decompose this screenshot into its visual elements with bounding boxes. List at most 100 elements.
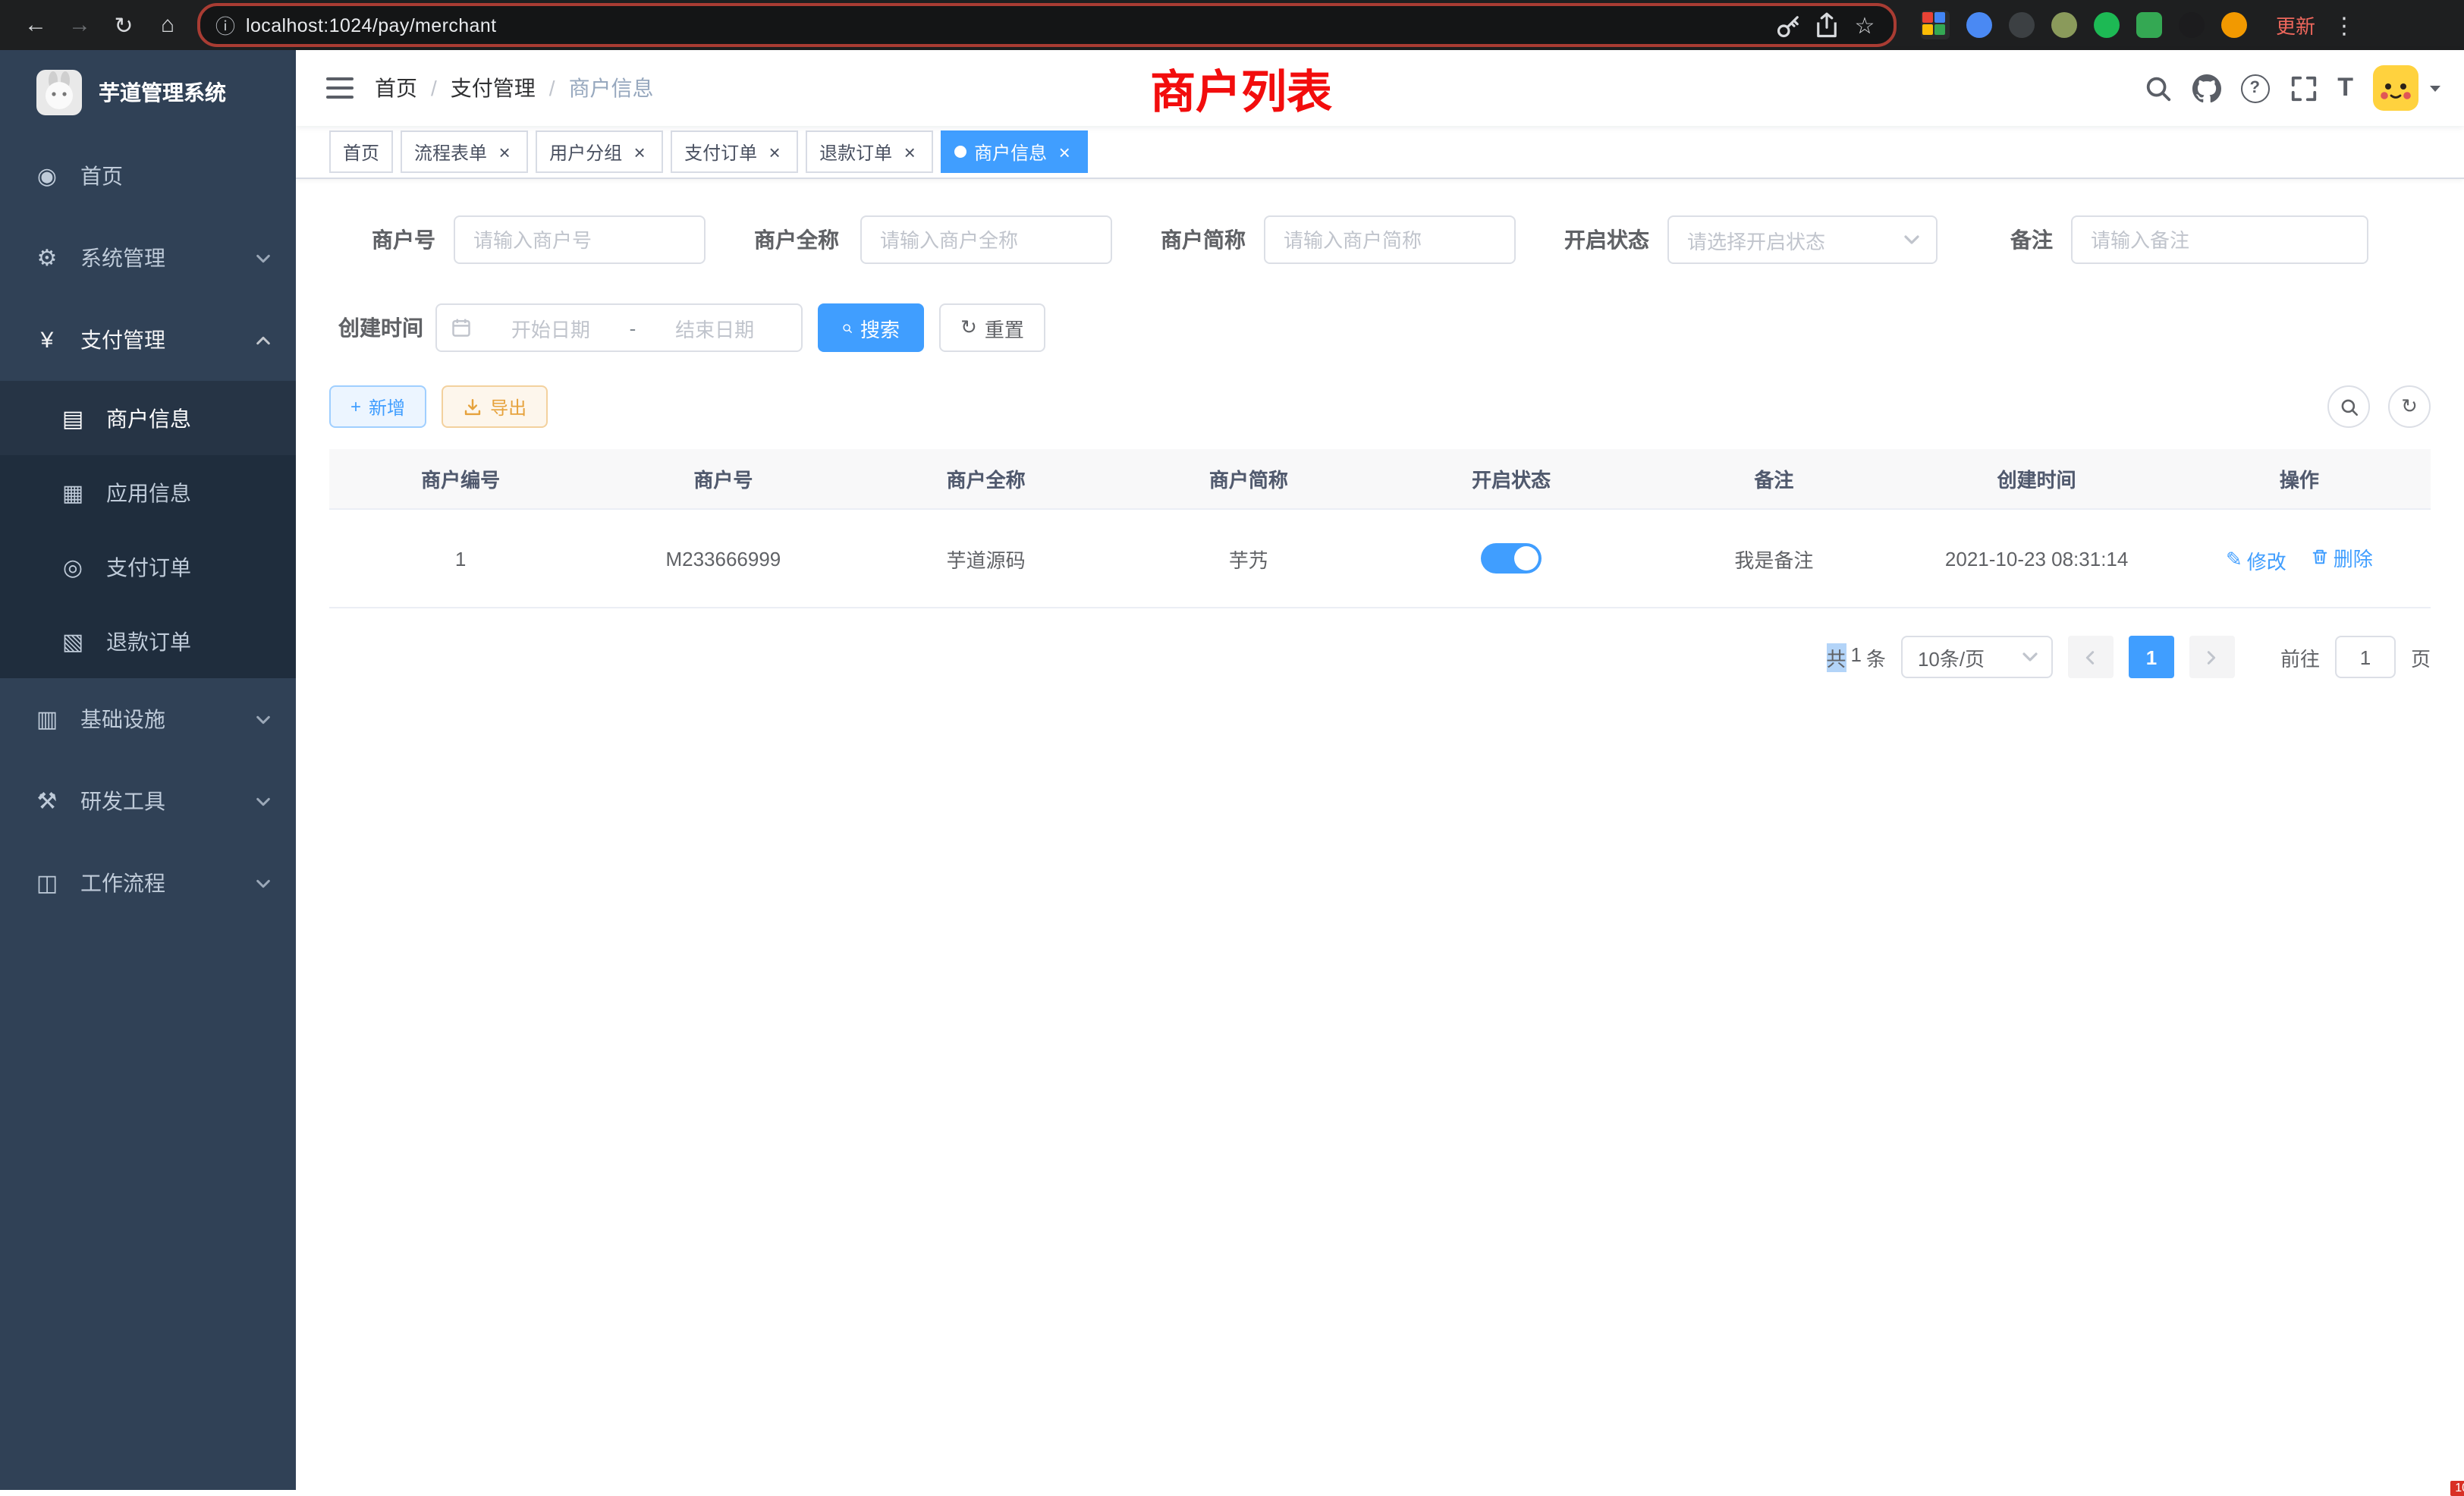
page-size-value: 10条/页 (1918, 643, 1985, 671)
tab-pay-order[interactable]: 支付订单 × (671, 130, 798, 173)
sidebar-subitem-pay-order[interactable]: ◎ 支付订单 (0, 530, 296, 604)
help-icon[interactable]: ? (2240, 74, 2269, 102)
prev-page-button[interactable] (2068, 636, 2114, 678)
pin-extension-icon[interactable] (2179, 12, 2205, 38)
top-navbar: 首页 / 支付管理 / 商户信息 商户列表 ? T (296, 50, 2464, 126)
sidebar-item-label: 商户信息 (106, 403, 191, 433)
reset-button[interactable]: ↻ 重置 (939, 303, 1045, 352)
breadcrumb-item-home[interactable]: 首页 (375, 73, 417, 103)
export-button[interactable]: 导出 (442, 385, 548, 428)
sidebar-subitem-refund-order[interactable]: ▧ 退款订单 (0, 604, 296, 678)
toggle-search-button[interactable] (2327, 385, 2370, 428)
sidebar-item-system[interactable]: ⚙ 系统管理 (0, 217, 296, 299)
close-icon[interactable]: × (495, 142, 514, 162)
tab-label: 支付订单 (684, 139, 757, 165)
sidebar-item-devtools[interactable]: ⚒ 研发工具 (0, 760, 296, 842)
tab-process-form[interactable]: 流程表单 × (401, 130, 528, 173)
tab-label: 流程表单 (414, 139, 487, 165)
sidebar-subitem-merchant-info[interactable]: ▤ 商户信息 (0, 381, 296, 455)
goto-label: 前往 (2280, 643, 2320, 671)
search-button[interactable]: 搜索 (818, 303, 924, 352)
status-select[interactable]: 请选择开启状态 (1667, 215, 1938, 264)
sidebar-item-payment[interactable]: ¥ 支付管理 (0, 299, 296, 381)
goto-page-input[interactable] (2335, 636, 2396, 678)
app-grid-icon: ▦ (55, 479, 91, 506)
key-icon[interactable] (1775, 11, 1802, 39)
edit-link[interactable]: ✎ 修改 (2226, 545, 2286, 574)
tab-label: 用户分组 (549, 139, 622, 165)
remark-input[interactable] (2071, 215, 2368, 264)
page-size-select[interactable]: 10条/页 (1901, 636, 2053, 678)
drop-extension-icon[interactable] (1966, 12, 1992, 38)
refresh-table-button[interactable]: ↻ (2388, 385, 2431, 428)
address-bar[interactable]: ⓘ localhost:1024/pay/merchant ☆ (197, 3, 1897, 47)
page-button-1[interactable]: 1 (2129, 636, 2174, 678)
filter-row-2: 创建时间 开始日期 - 结束日期 搜索 ↻ 重置 (329, 303, 2431, 352)
close-icon[interactable]: × (765, 142, 784, 162)
merchant-no-input[interactable] (454, 215, 706, 264)
dark-extension-icon[interactable] (2009, 12, 2035, 38)
back-icon[interactable]: ← (15, 12, 56, 38)
hamburger-icon[interactable] (326, 77, 354, 99)
edit-link-label: 修改 (2247, 545, 2286, 574)
col-header-merchant-no: 商户号 (592, 449, 854, 509)
site-info-icon[interactable]: ⓘ (215, 11, 235, 39)
end-date-placeholder[interactable]: 结束日期 (642, 313, 787, 342)
filter-row-1: 商户号 商户全称 商户简称 开启状态 请选择开启状态 备注 (329, 215, 2431, 264)
app-title: 芋道管理系统 (99, 77, 226, 108)
font-size-icon[interactable]: T (2337, 73, 2353, 103)
user-avatar[interactable] (2373, 65, 2443, 111)
close-icon[interactable]: × (1054, 142, 1074, 162)
dashboard-icon: ◉ (29, 162, 65, 190)
browser-chrome: ← → ↻ ⌂ ⓘ localhost:1024/pay/merchant ☆ … (0, 0, 2464, 50)
chevron-down-icon (2021, 648, 2039, 666)
tab-home[interactable]: 首页 (329, 130, 393, 173)
search-button-label: 搜索 (860, 313, 900, 342)
tab-refund-order[interactable]: 退款订单 × (806, 130, 933, 173)
short-name-input[interactable] (1264, 215, 1516, 264)
app-logo[interactable]: 芋道管理系统 (0, 50, 296, 135)
github-icon[interactable] (2192, 74, 2220, 102)
sidebar-item-workflow[interactable]: ◫ 工作流程 (0, 842, 296, 924)
date-range-picker[interactable]: 开始日期 - 结束日期 (435, 303, 803, 352)
sidebar-item-label: 应用信息 (106, 477, 191, 508)
col-header-full-name: 商户全称 (855, 449, 1117, 509)
search-icon[interactable] (2143, 74, 2172, 102)
share-icon[interactable] (1813, 11, 1840, 39)
col-header-status: 开启状态 (1380, 449, 1642, 509)
fullscreen-icon[interactable] (2289, 74, 2318, 102)
green-circle-extension-icon[interactable] (2094, 12, 2120, 38)
short-name-label: 商户简称 (1158, 225, 1246, 255)
sidebar-item-home[interactable]: ◉ 首页 (0, 135, 296, 217)
delete-link[interactable]: 删除 (2311, 542, 2373, 571)
close-icon[interactable]: × (900, 142, 919, 162)
home-icon[interactable]: ⌂ (147, 12, 188, 38)
overflow-menu-icon[interactable]: ⋮ (2332, 11, 2356, 39)
reload-icon[interactable]: ↻ (103, 11, 144, 39)
breadcrumb-item-payment[interactable]: 支付管理 (451, 73, 536, 103)
status-select-placeholder: 请选择开启状态 (1687, 225, 1825, 254)
bookmark-star-icon[interactable]: ☆ (1851, 11, 1878, 39)
start-date-placeholder[interactable]: 开始日期 (478, 313, 624, 342)
profile-extension-icon[interactable] (2221, 12, 2247, 38)
sidebar-subitem-app-info[interactable]: ▦ 应用信息 (0, 455, 296, 530)
browser-update-button[interactable]: 更新 (2276, 11, 2315, 39)
add-button[interactable]: + 新增 (329, 385, 426, 428)
green-square-extension-icon[interactable] (2136, 12, 2162, 38)
page-unit-label: 页 (2411, 643, 2431, 671)
status-toggle[interactable] (1481, 543, 1542, 574)
table-row: 1 M233666999 芋道源码 芋艿 我是备注 2021-10-23 08:… (329, 509, 2431, 608)
full-name-input[interactable] (860, 215, 1112, 264)
tab-merchant-info[interactable]: 商户信息 × (941, 130, 1088, 173)
close-icon[interactable]: × (630, 142, 649, 162)
refresh-icon: ↻ (2401, 394, 2418, 419)
avatar-extension-icon[interactable] (2051, 12, 2077, 38)
forward-icon[interactable]: → (59, 12, 100, 38)
cell-remark: 我是备注 (1642, 509, 1905, 608)
next-page-button[interactable] (2189, 636, 2235, 678)
tags-view: 首页 流程表单 × 用户分组 × 支付订单 × 退款订单 × (296, 126, 2464, 179)
extensions-icon[interactable]: 10 (1921, 11, 1950, 39)
refund-icon: ▧ (55, 627, 91, 655)
sidebar-item-infra[interactable]: ▥ 基础设施 (0, 678, 296, 760)
tab-user-group[interactable]: 用户分组 × (536, 130, 663, 173)
